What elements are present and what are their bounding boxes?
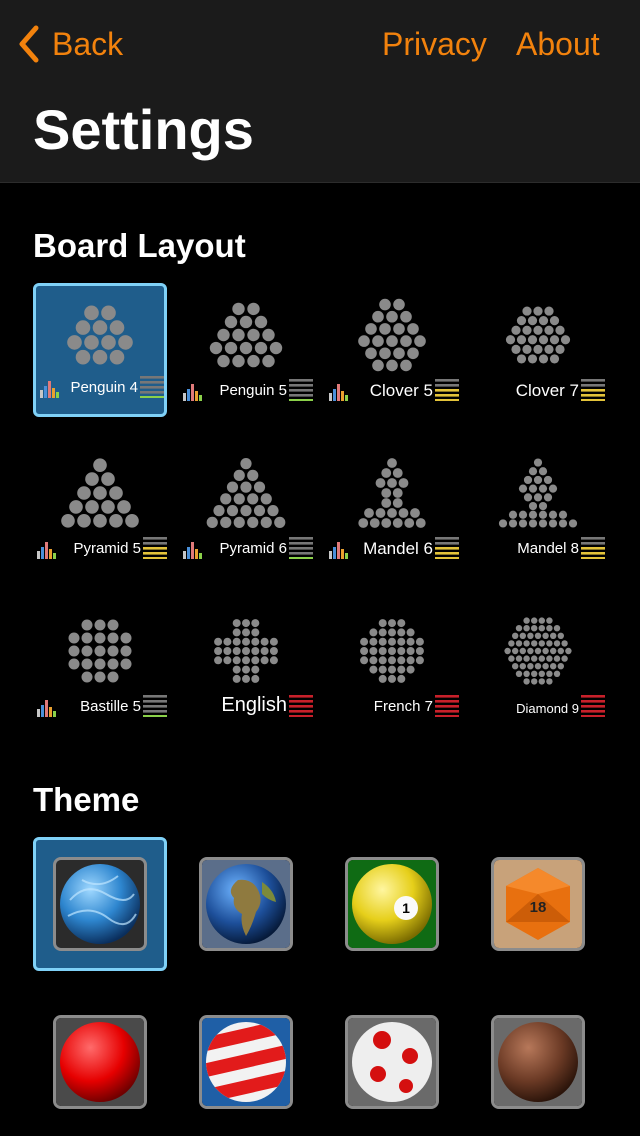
board-name-label: Pyramid 6	[219, 540, 287, 557]
difficulty-medium-icon	[581, 379, 605, 401]
stats-chart-icon	[40, 381, 59, 398]
board-label-row: French 7	[325, 693, 459, 721]
theme-option[interactable]	[345, 1015, 439, 1109]
difficulty-easy-icon	[289, 537, 313, 559]
board-label-row: Pyramid 5	[33, 535, 167, 563]
board-name-label: Pyramid 5	[73, 540, 141, 557]
svg-text:18: 18	[530, 899, 547, 916]
red-ball-icon	[56, 1018, 144, 1106]
navigation-bar: Back Privacy About Settings	[0, 0, 640, 183]
privacy-button[interactable]: Privacy	[382, 24, 487, 64]
stats-chart-icon	[183, 542, 202, 559]
difficulty-medium-icon	[435, 379, 459, 401]
difficulty-hard-icon	[289, 695, 313, 717]
earth-icon	[202, 860, 290, 948]
board-option[interactable]: Diamond 9	[471, 599, 605, 733]
board-label-row: Penguin 4	[36, 374, 164, 402]
difficulty-medium-icon	[435, 537, 459, 559]
theme-option[interactable]	[199, 1015, 293, 1109]
board-option[interactable]: English	[179, 599, 313, 733]
stats-chart-icon	[329, 384, 348, 401]
difficulty-easy-icon	[143, 695, 167, 717]
board-label-row: Clover 7	[471, 377, 605, 405]
difficulty-hard-icon	[435, 695, 459, 717]
board-label-row: Penguin 5	[179, 377, 313, 405]
svg-text:1: 1	[402, 900, 410, 916]
blue-marble-icon	[56, 860, 144, 948]
board-option[interactable]: Penguin 5	[179, 283, 313, 417]
difficulty-medium-icon	[581, 537, 605, 559]
spotted-ball-icon	[348, 1018, 436, 1106]
wood-ball-icon	[494, 1018, 582, 1106]
theme-option[interactable]: 1	[345, 857, 439, 951]
back-label: Back	[52, 26, 124, 62]
theme-option-selected[interactable]	[33, 837, 167, 971]
board-name-label: French 7	[373, 698, 433, 715]
board-option[interactable]: Pyramid 5	[33, 441, 167, 575]
board-option[interactable]: Bastille 5	[33, 599, 167, 733]
stats-chart-icon	[37, 700, 56, 717]
board-label-row: Mandel 6	[325, 535, 459, 563]
board-name-label: Bastille 5	[80, 698, 141, 715]
board-label-row: Diamond 9	[471, 693, 605, 721]
board-name-label: Mandel 6	[363, 539, 433, 558]
board-name-label: Clover 5	[369, 381, 433, 400]
theme-option[interactable]	[199, 857, 293, 951]
theme-option[interactable]	[53, 1015, 147, 1109]
about-button[interactable]: About	[516, 24, 600, 64]
difficulty-easy-icon	[289, 379, 313, 401]
board-label-row: Pyramid 6	[179, 535, 313, 563]
board-name-label: Diamond 9	[516, 701, 579, 716]
stats-chart-icon	[37, 542, 56, 559]
stats-chart-icon	[329, 542, 348, 559]
board-name-label: Penguin 5	[219, 382, 287, 399]
striped-ball-icon	[202, 1018, 290, 1106]
board-label-row: English	[179, 693, 313, 721]
board-label-row: Mandel 8	[471, 535, 605, 563]
board-option[interactable]: Pyramid 6	[179, 441, 313, 575]
theme-option[interactable]: 18	[491, 857, 585, 951]
board-name-label: Penguin 4	[70, 379, 138, 396]
theme-option[interactable]	[491, 1015, 585, 1109]
chevron-left-icon	[19, 25, 39, 63]
board-name-label: Mandel 8	[517, 540, 579, 557]
board-option[interactable]: Mandel 6	[325, 441, 459, 575]
board-option[interactable]: Clover 5	[325, 283, 459, 417]
difficulty-medium-icon	[143, 537, 167, 559]
d20-die-icon: 18	[494, 860, 582, 948]
theme-option[interactable]	[53, 857, 147, 951]
board-option[interactable]: French 7	[325, 599, 459, 733]
board-name-label: English	[221, 694, 287, 716]
difficulty-hard-icon	[581, 695, 605, 717]
stats-chart-icon	[183, 384, 202, 401]
page-title: Settings	[33, 98, 254, 161]
theme-heading: Theme	[33, 781, 140, 818]
board-name-label: Clover 7	[515, 381, 579, 400]
board-option[interactable]: Penguin 4	[33, 283, 167, 417]
difficulty-easy-icon	[140, 376, 164, 398]
billiard-ball-icon: 1	[348, 860, 436, 948]
board-layout-heading: Board Layout	[33, 227, 246, 264]
back-button[interactable]: Back	[18, 24, 123, 64]
board-label-row: Bastille 5	[33, 693, 167, 721]
board-option[interactable]: Mandel 8	[471, 441, 605, 575]
board-option[interactable]: Clover 7	[471, 283, 605, 417]
board-label-row: Clover 5	[325, 377, 459, 405]
